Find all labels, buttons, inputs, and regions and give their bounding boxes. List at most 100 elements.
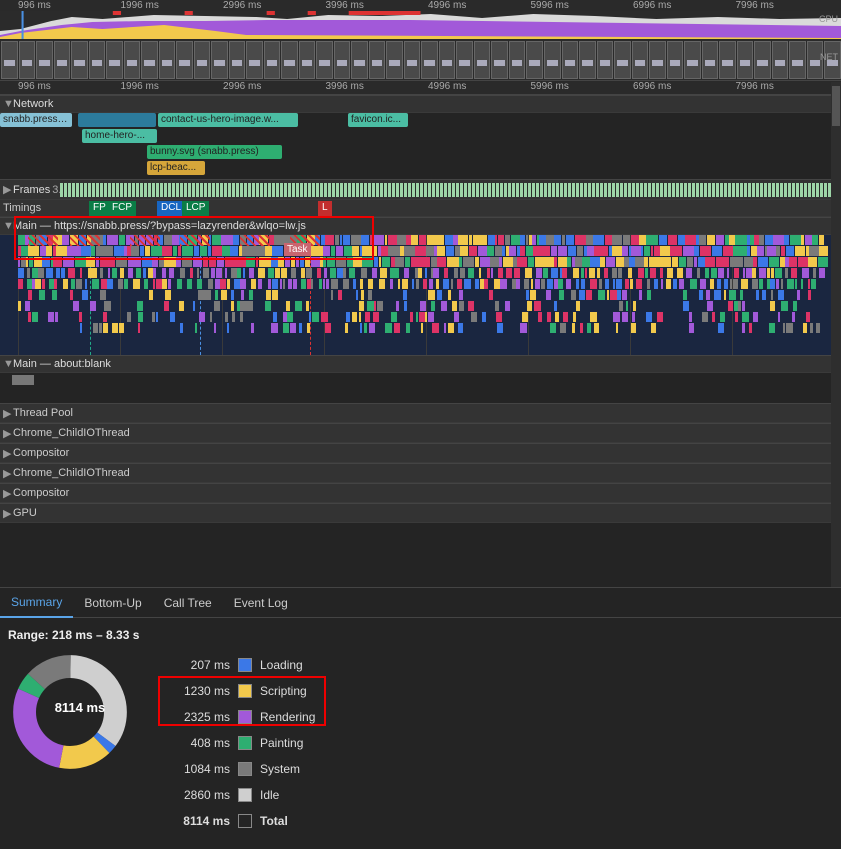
flame-bar[interactable] — [446, 246, 454, 256]
flame-bar[interactable] — [536, 268, 542, 278]
flame-bar[interactable] — [379, 279, 385, 289]
flame-bar[interactable] — [791, 268, 797, 278]
main-blank-body[interactable] — [0, 373, 841, 403]
flame-bar[interactable] — [613, 279, 615, 289]
flame-bar[interactable] — [605, 235, 612, 245]
flame-bar[interactable] — [787, 279, 794, 289]
flame-bar[interactable] — [133, 279, 140, 289]
flame-bar[interactable] — [793, 301, 797, 311]
flame-bar[interactable] — [487, 268, 490, 278]
network-frame-thumb[interactable] — [421, 41, 438, 79]
flame-bar[interactable] — [746, 268, 752, 278]
flame-bar[interactable] — [624, 257, 628, 267]
flame-bar[interactable] — [325, 323, 331, 333]
flame-bar[interactable] — [657, 312, 663, 322]
flame-bar[interactable] — [374, 257, 378, 267]
flame-bar[interactable] — [335, 235, 340, 245]
network-request-bar[interactable]: bunny.svg (snabb.press) — [147, 145, 282, 159]
flame-bar[interactable] — [107, 235, 119, 245]
flame-bar[interactable] — [168, 279, 171, 289]
flame-bar[interactable] — [418, 268, 421, 278]
flame-bar[interactable] — [288, 279, 292, 289]
flame-bar[interactable] — [482, 312, 486, 322]
flame-bar[interactable] — [368, 279, 373, 289]
flame-bar[interactable] — [697, 268, 700, 278]
flame-bar[interactable] — [819, 235, 824, 245]
flame-bar[interactable] — [396, 301, 399, 311]
flame-bar[interactable] — [786, 246, 794, 256]
flame-bar[interactable] — [546, 290, 551, 300]
flame-bar[interactable] — [204, 290, 211, 300]
flame-bar[interactable] — [767, 279, 770, 289]
flame-bar[interactable] — [40, 246, 46, 256]
flame-bar[interactable] — [180, 268, 184, 278]
flame-bar[interactable] — [231, 268, 238, 278]
flame-bar[interactable] — [509, 246, 512, 256]
flame-bar[interactable] — [437, 246, 445, 256]
flame-bar[interactable] — [699, 290, 703, 300]
flame-bar[interactable] — [331, 279, 338, 289]
flame-bar[interactable] — [323, 246, 330, 256]
flame-bar[interactable] — [730, 257, 735, 267]
network-frame-thumb[interactable] — [509, 41, 526, 79]
flame-bar[interactable] — [600, 257, 605, 267]
flame-bar[interactable] — [164, 301, 169, 311]
flame-bar[interactable] — [707, 235, 716, 245]
flame-bar[interactable] — [265, 246, 271, 256]
flame-bar[interactable] — [428, 312, 434, 322]
network-frame-thumb[interactable] — [632, 41, 649, 79]
flame-bar[interactable] — [660, 246, 670, 256]
flame-bar[interactable] — [283, 323, 289, 333]
flame-bar[interactable] — [81, 246, 90, 256]
flame-bar[interactable] — [575, 235, 586, 245]
flame-bar[interactable] — [92, 279, 99, 289]
flame-bar[interactable] — [660, 268, 663, 278]
flame-bar[interactable] — [377, 301, 383, 311]
flame-bar[interactable] — [400, 246, 404, 256]
flame-bar[interactable] — [647, 290, 651, 300]
flame-bar[interactable] — [628, 268, 632, 278]
flame-bar[interactable] — [616, 257, 624, 267]
flame-bar[interactable] — [541, 279, 544, 289]
flame-bar[interactable] — [119, 235, 125, 245]
network-frame-thumb[interactable] — [597, 41, 614, 79]
flame-bar[interactable] — [221, 235, 233, 245]
flame-bar[interactable] — [585, 268, 587, 278]
flame-bar[interactable] — [240, 312, 243, 322]
flame-bar[interactable] — [369, 323, 375, 333]
flame-bar[interactable] — [208, 279, 214, 289]
flame-bar[interactable] — [524, 279, 529, 289]
flame-bar[interactable] — [469, 246, 478, 256]
flame-bar[interactable] — [373, 235, 384, 245]
flame-bar[interactable] — [306, 268, 313, 278]
flame-bar[interactable] — [668, 235, 678, 245]
flame-bar[interactable] — [517, 257, 527, 267]
flame-bar[interactable] — [769, 323, 775, 333]
flame-bar[interactable] — [336, 257, 346, 267]
flame-bar[interactable] — [749, 323, 752, 333]
flame-bar[interactable] — [107, 246, 113, 256]
flame-bar[interactable] — [733, 279, 738, 289]
flame-bar[interactable] — [194, 246, 199, 256]
flame-bar[interactable] — [776, 279, 779, 289]
flame-bar[interactable] — [544, 257, 553, 267]
flame-bar[interactable] — [432, 323, 439, 333]
flame-bar[interactable] — [271, 257, 278, 267]
flame-bar[interactable] — [769, 257, 780, 267]
flame-bar[interactable] — [140, 246, 145, 256]
network-frame-thumb[interactable] — [54, 41, 71, 79]
flame-bar[interactable] — [809, 246, 818, 256]
flame-bar[interactable] — [811, 279, 816, 289]
flame-bar[interactable] — [539, 235, 545, 245]
flame-bar[interactable] — [610, 290, 616, 300]
flame-bar[interactable] — [203, 268, 209, 278]
flame-bar[interactable] — [612, 268, 617, 278]
flame-bar[interactable] — [743, 268, 745, 278]
flame-bar[interactable] — [729, 235, 734, 245]
flame-bar[interactable] — [268, 279, 271, 289]
flame-bar[interactable] — [810, 323, 813, 333]
frames-track[interactable]: ▶ Frames 3.3 ms ••• — [0, 179, 841, 200]
flame-bar[interactable] — [622, 312, 628, 322]
flame-bar[interactable] — [212, 235, 221, 245]
flame-bar[interactable] — [21, 257, 26, 267]
